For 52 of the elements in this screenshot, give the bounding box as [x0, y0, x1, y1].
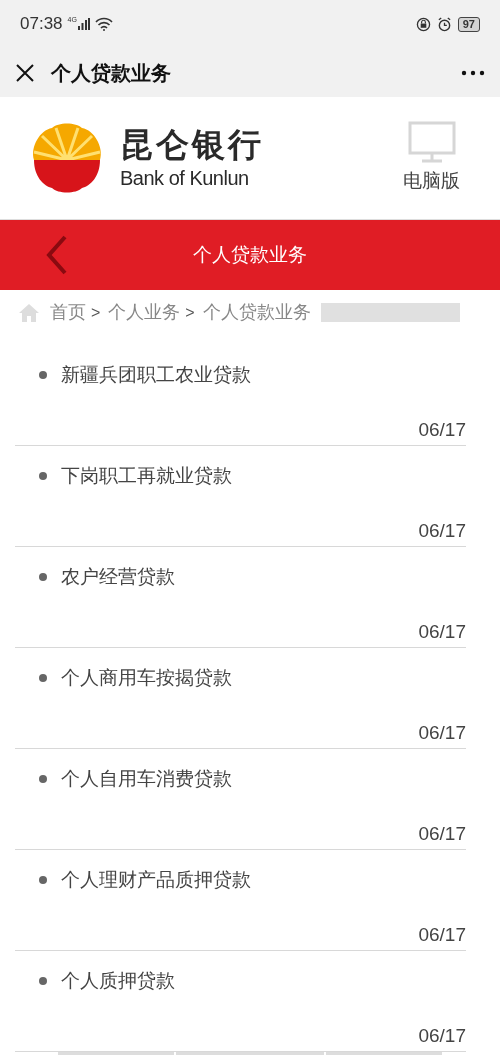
alarm-icon [436, 16, 452, 32]
article-date: 06/17 [418, 822, 466, 844]
nav-title: 个人贷款业务 [193, 242, 307, 267]
article-item[interactable]: 新疆兵团职工农业贷款 06/17 [15, 345, 466, 446]
article-title: 新疆兵团职工农业贷款 [61, 362, 251, 387]
article-item[interactable]: 个人自用车消费贷款 06/17 [15, 749, 466, 850]
home-icon[interactable] [18, 302, 40, 323]
bank-logo-icon [30, 122, 104, 194]
article-date: 06/17 [418, 519, 466, 541]
footer-tab[interactable] [326, 1052, 442, 1055]
bullet-icon [39, 472, 47, 480]
article-date: 06/17 [418, 1024, 466, 1046]
breadcrumb-link[interactable]: 个人贷款业务 [202, 299, 311, 326]
window-title: 个人贷款业务 [51, 60, 171, 86]
article-item[interactable]: 农户经营贷款 06/17 [15, 547, 466, 648]
bank-name-english: Bank of Kunlun [120, 166, 250, 191]
article-item[interactable]: 下岗职工再就业贷款 06/17 [15, 446, 466, 547]
article-title: 个人质押贷款 [61, 968, 175, 993]
bullet-icon [39, 573, 47, 581]
breadcrumb-link[interactable]: 个人业务 [108, 299, 181, 326]
breadcrumb-link[interactable]: 首页 [50, 299, 86, 326]
article-title: 农户经营贷款 [61, 564, 175, 589]
bullet-icon [39, 371, 47, 379]
article-title: 个人商用车按揭贷款 [61, 665, 232, 690]
breadcrumb-separator: > [185, 302, 195, 323]
bank-name: 昆仑银行 [120, 125, 264, 165]
article-item[interactable]: 个人理财产品质押贷款 06/17 [15, 850, 466, 951]
signal-icon [77, 18, 90, 30]
clock: 07:38 [20, 13, 63, 36]
bullet-icon [39, 775, 47, 783]
wifi-icon [94, 17, 113, 31]
article-date: 06/17 [418, 923, 466, 945]
bullet-icon [39, 977, 47, 985]
bullet-icon [39, 876, 47, 884]
back-icon[interactable] [45, 235, 69, 275]
desktop-version-link[interactable]: 电脑版 [403, 166, 460, 196]
article-title: 个人理财产品质押贷款 [61, 867, 251, 892]
footer-tab[interactable] [176, 1052, 324, 1055]
article-item[interactable]: 个人商用车按揭贷款 06/17 [15, 648, 466, 749]
more-icon[interactable] [461, 69, 485, 76]
article-title: 下岗职工再就业贷款 [61, 463, 232, 488]
bullet-icon [39, 674, 47, 682]
battery-indicator: 97 [457, 16, 480, 32]
breadcrumb-separator: > [91, 302, 101, 323]
article-date: 06/17 [418, 721, 466, 743]
lock-rotation-icon [415, 16, 431, 32]
monitor-icon[interactable] [407, 120, 456, 163]
close-icon[interactable] [15, 62, 35, 83]
article-date: 06/17 [418, 418, 466, 440]
footer-tab[interactable] [58, 1052, 174, 1055]
article-date: 06/17 [418, 620, 466, 642]
article-title: 个人自用车消费贷款 [61, 766, 232, 791]
